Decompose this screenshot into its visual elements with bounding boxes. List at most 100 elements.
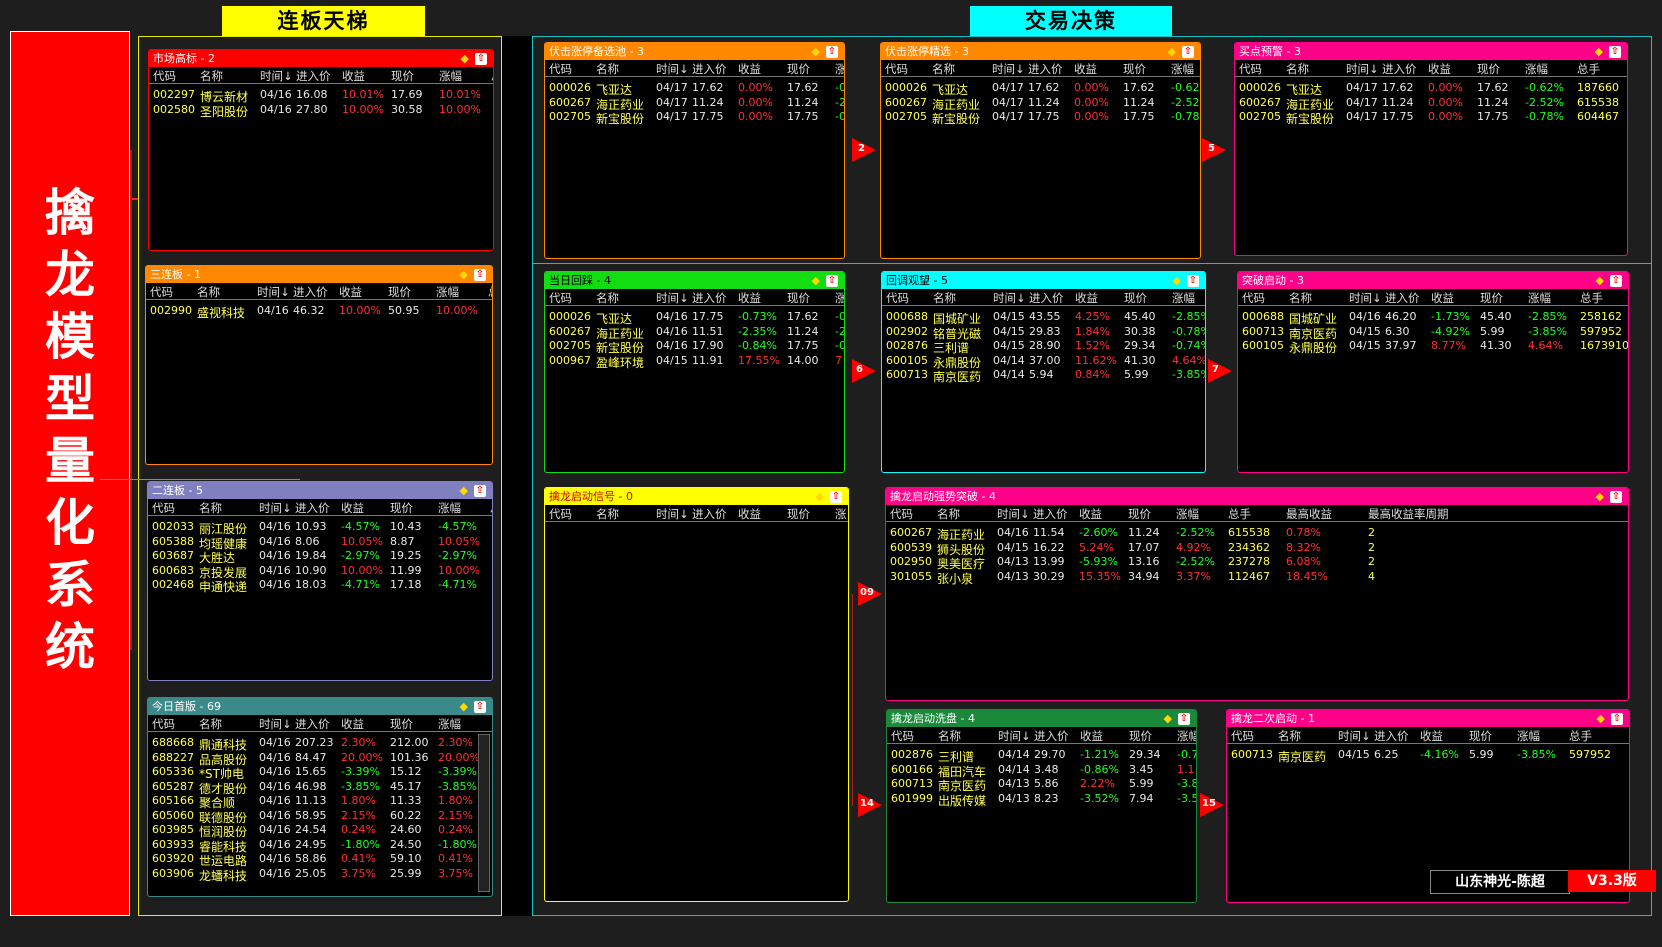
column-header[interactable]: 最高收益 [1286, 506, 1332, 522]
column-header[interactable]: 涨 [835, 506, 847, 522]
column-header[interactable]: 名称 [199, 716, 222, 732]
column-header[interactable]: 进入价 [295, 500, 330, 516]
column-header[interactable]: 名称 [937, 506, 960, 522]
diamond-icon[interactable]: ◆ [812, 45, 820, 58]
column-header[interactable]: 涨幅 [1528, 290, 1551, 306]
column-header[interactable]: 代码 [890, 506, 913, 522]
column-header[interactable]: 名称 [938, 728, 961, 744]
diamond-icon[interactable]: ◆ [460, 268, 468, 281]
column-header[interactable]: 时间↓ [259, 716, 292, 732]
table-row[interactable]: 600105 永鼎股份 04/14 37.00 11.62% 41.30 4.64% [882, 354, 1205, 370]
table-row[interactable]: 600713 南京医药 04/14 5.94 0.84% 5.99 -3.85% [882, 368, 1205, 384]
column-header[interactable]: 时间↓ [259, 500, 292, 516]
column-header[interactable]: 现价 [1129, 728, 1152, 744]
pin-up-icon[interactable]: ⇧ [1610, 275, 1622, 287]
table-row[interactable]: 605287 德才股份 04/16 46.98 -3.85% 45.17 -3.85% [148, 780, 492, 796]
column-header[interactable]: 时间↓ [997, 506, 1030, 522]
column-header[interactable]: 时间↓ [992, 61, 1025, 77]
pin-up-icon[interactable]: ⇧ [830, 491, 842, 503]
table-row[interactable]: 000688国城矿业04/1543.554.25%45.40-2.85% [882, 310, 1205, 326]
table-row[interactable]: 600713 南京医药 04/15 6.25 -4.16% 5.99 -3.85% 59795… [1227, 748, 1629, 764]
table-row[interactable]: 002705 新宝股份 04/17 17.75 0.00% 17.75 -0.78% [881, 110, 1200, 126]
table-row[interactable]: 002297 博云新材 04/16 16.08 10.01% 17.69 10.01% [149, 88, 493, 104]
column-header[interactable]: 名称 [200, 68, 223, 84]
table-row[interactable]: 603985 恒润股份 04/16 24.54 0.24% 24.60 0.24% [148, 823, 492, 839]
column-header[interactable]: 代码 [153, 68, 176, 84]
table-row[interactable]: 600267 海正药业 04/17 11.24 0.00% 11.24 -2 [545, 96, 844, 112]
pin-up-icon[interactable]: ⇧ [1178, 713, 1190, 725]
pin-up-icon[interactable]: ⇧ [1610, 491, 1622, 503]
table-row[interactable]: 000026 飞亚达 04/16 17.75 -0.73% 17.62 -0 [545, 310, 844, 326]
diamond-icon[interactable]: ◆ [1596, 490, 1604, 503]
column-header[interactable]: 收益 [1075, 290, 1098, 306]
column-header[interactable]: 进入价 [692, 506, 727, 522]
column-header[interactable]: 现价 [1123, 61, 1146, 77]
column-header[interactable]: 现价 [390, 500, 413, 516]
column-header[interactable]: 收益 [1431, 290, 1454, 306]
column-header[interactable]: 代码 [152, 500, 175, 516]
column-header[interactable]: 进入价 [692, 290, 727, 306]
column-header[interactable]: 涨幅 [1176, 506, 1199, 522]
table-row[interactable]: 000026飞亚达04/1717.620.00%17.62-0.62% [881, 81, 1200, 97]
table-row[interactable]: 600267海正药业04/1711.240.00%11.24-2.52% [881, 96, 1200, 112]
column-header[interactable]: 名称 [596, 506, 619, 522]
pin-up-icon[interactable]: ⇧ [474, 485, 486, 497]
column-header[interactable]: 进入价 [1029, 290, 1064, 306]
column-header[interactable]: 收益 [1080, 728, 1103, 744]
column-header[interactable]: 总 [491, 68, 493, 84]
column-header[interactable]: 总 [490, 500, 492, 516]
pin-up-icon[interactable]: ⇧ [474, 701, 486, 713]
pin-up-icon[interactable]: ⇧ [826, 46, 838, 58]
column-header[interactable]: 涨幅 [1171, 61, 1194, 77]
table-row[interactable]: 600539 狮头股份 04/15 16.22 5.24% 17.07 4.92% 23436… [886, 541, 1628, 557]
table-row[interactable]: 000688 国城矿业 04/16 46.20 -1.73% 45.40 -2.85% 258… [1238, 310, 1628, 326]
diamond-icon[interactable]: ◆ [1173, 274, 1181, 287]
table-row[interactable]: 600267 海正药业 04/16 11.54 -2.60% 11.24 -2.52% 615… [886, 526, 1628, 542]
column-header[interactable]: 现价 [1124, 290, 1147, 306]
column-header[interactable]: 现价 [787, 61, 810, 77]
column-header[interactable]: 时间↓ [257, 284, 290, 300]
column-header[interactable]: 时间↓ [1349, 290, 1382, 306]
column-header[interactable]: 收益 [738, 506, 761, 522]
table-row[interactable]: 301055 张小泉 04/13 30.29 15.35% 34.94 3.37% 11246… [886, 570, 1628, 586]
column-header[interactable]: 代码 [150, 284, 173, 300]
column-header[interactable]: 代码 [1231, 728, 1254, 744]
column-header[interactable]: 涨幅 [1517, 728, 1540, 744]
diamond-icon[interactable]: ◆ [460, 700, 468, 713]
column-header[interactable]: 名称 [1278, 728, 1301, 744]
table-row[interactable]: 600105 永鼎股份 04/15 37.97 8.77% 41.30 4.64% 16739… [1238, 339, 1628, 355]
column-header[interactable]: 涨幅 [436, 284, 459, 300]
column-header[interactable]: 进入价 [1034, 728, 1069, 744]
column-header[interactable]: 现价 [390, 716, 413, 732]
diamond-icon[interactable]: ◆ [1596, 274, 1604, 287]
column-header[interactable]: 总手 [1580, 290, 1603, 306]
column-header[interactable]: 进入价 [692, 61, 727, 77]
diamond-icon[interactable]: ◆ [1164, 712, 1172, 725]
table-row[interactable]: 605388 均瑶健康 04/16 8.06 10.05% 8.87 10.05% [148, 535, 492, 551]
diamond-icon[interactable]: ◆ [1595, 45, 1603, 58]
table-row[interactable]: 000026 飞亚达 04/17 17.62 0.00% 17.62 -0 [545, 81, 844, 97]
pin-up-icon[interactable]: ⇧ [1182, 46, 1194, 58]
diamond-icon[interactable]: ◆ [1168, 45, 1176, 58]
column-header[interactable]: 现价 [787, 506, 810, 522]
column-header[interactable]: 时间↓ [260, 68, 293, 84]
column-header[interactable]: 代码 [886, 290, 909, 306]
column-header[interactable]: 总手 [1569, 728, 1592, 744]
column-header[interactable]: 现价 [391, 68, 414, 84]
table-row[interactable]: 002468 申通快递 04/16 18.03 -4.71% 17.18 -4.71% [148, 578, 492, 594]
column-header[interactable]: 时间↓ [993, 290, 1026, 306]
column-header[interactable]: 名称 [199, 500, 222, 516]
table-row[interactable]: 603920 世运电路 04/16 58.86 0.41% 59.10 0.41% [148, 852, 492, 868]
column-header[interactable]: 代码 [549, 61, 572, 77]
column-header[interactable]: 涨 [835, 61, 844, 77]
table-row[interactable]: 605060 联德股份 04/16 58.95 2.15% 60.22 2.15% [148, 809, 492, 825]
column-header[interactable]: 总 [488, 284, 492, 300]
column-header[interactable]: 时间↓ [656, 61, 689, 77]
table-row[interactable]: 000026 飞亚达 04/17 17.62 0.00% 17.62 -0.62% 18766… [1235, 81, 1627, 97]
column-header[interactable]: 涨 [835, 290, 844, 306]
column-header[interactable]: 收益 [342, 68, 365, 84]
column-header[interactable]: 进入价 [1385, 290, 1420, 306]
column-header[interactable]: 时间↓ [656, 506, 689, 522]
column-header[interactable]: 现价 [787, 290, 810, 306]
column-header[interactable]: 名称 [596, 290, 619, 306]
